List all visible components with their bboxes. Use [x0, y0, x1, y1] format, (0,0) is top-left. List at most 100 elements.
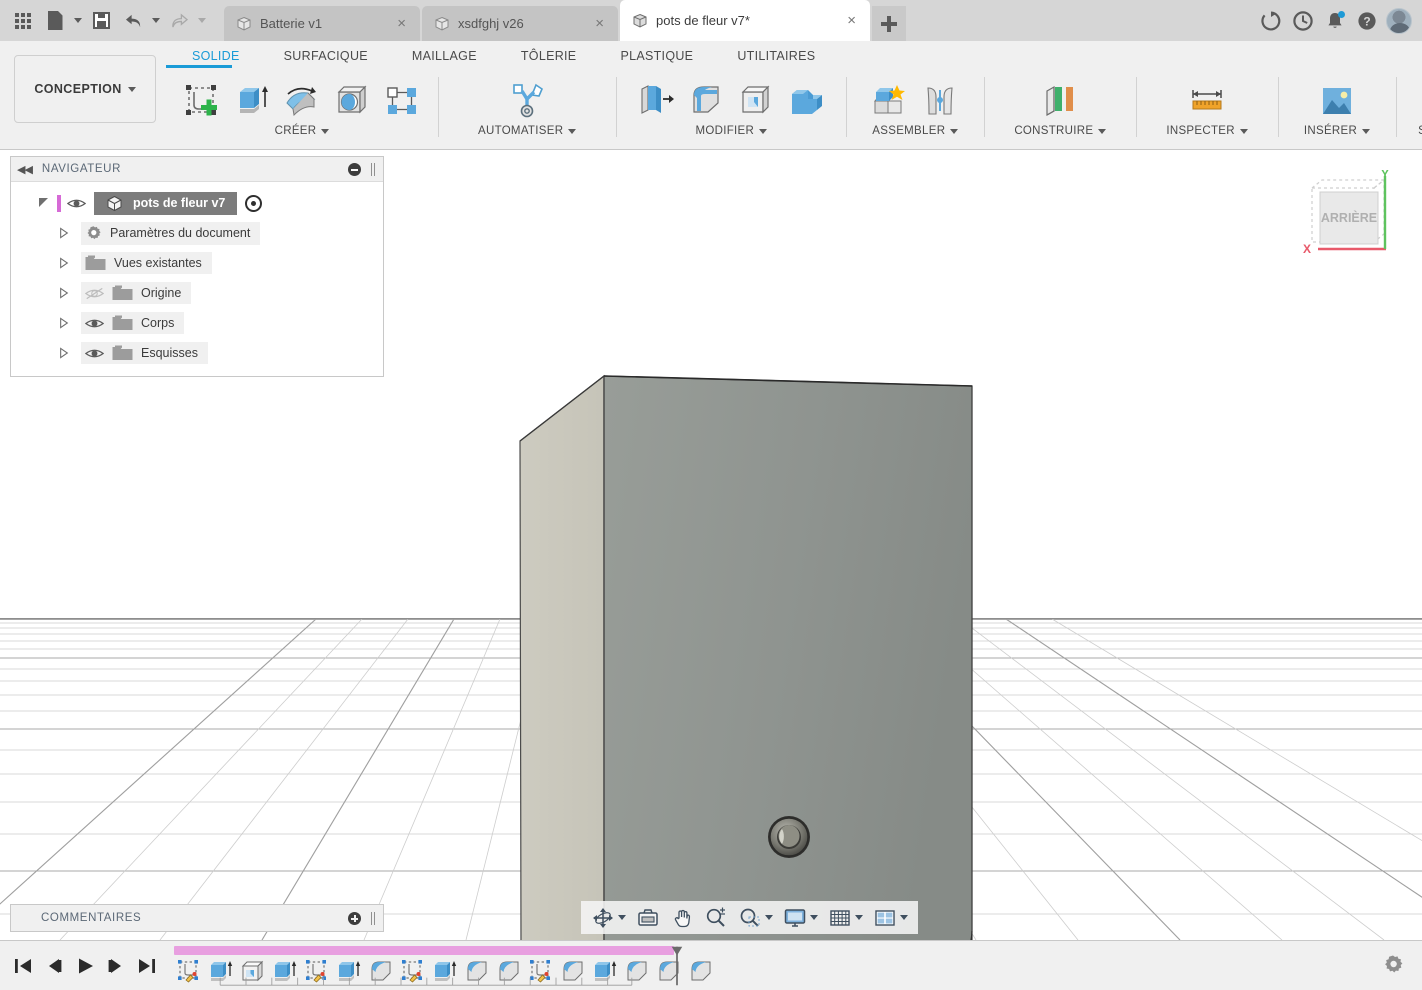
shell-button[interactable] [734, 79, 778, 123]
go-to-beginning-button[interactable] [10, 953, 36, 979]
extrude-button[interactable] [230, 79, 274, 123]
model-pot-de-fleur[interactable] [519, 374, 973, 940]
undo-dropdown[interactable] [150, 6, 162, 36]
collapse-navigator-button[interactable]: ◀◀ [17, 163, 33, 176]
comments-panel[interactable]: COMMENTAIRES [10, 904, 384, 932]
timeline-node-fillet[interactable] [686, 956, 716, 986]
panel-dropdown-inserer[interactable]: INSÉRER [1304, 125, 1371, 137]
expand-triangle-icon[interactable] [59, 257, 69, 269]
ribbon-tab-utilitaires[interactable]: UTILITAIRES [715, 47, 837, 65]
close-tab-button[interactable]: × [593, 16, 606, 31]
viewports-button[interactable] [869, 904, 912, 932]
fit-button[interactable] [734, 904, 777, 932]
expand-triangle-icon[interactable] [59, 347, 69, 359]
measure-button[interactable] [1185, 79, 1229, 123]
create-sketch-button[interactable] [180, 79, 224, 123]
look-at-button[interactable] [632, 904, 664, 932]
view-cube[interactable]: ARRIÈRE X Y [1288, 167, 1414, 274]
fillet-feature-icon [691, 961, 711, 980]
document-tab-batterie[interactable]: Batterie v1 × [224, 6, 420, 41]
document-tab-pots-de-fleur[interactable]: pots de fleur v7* × [620, 0, 870, 41]
play-button[interactable] [72, 953, 98, 979]
undo-button[interactable] [118, 6, 148, 36]
document-tab-xsdfghj[interactable]: xsdfghj v26 × [422, 6, 618, 41]
expand-triangle-icon[interactable] [37, 196, 51, 210]
zoom-button[interactable] [700, 904, 732, 932]
panel-dropdown-selectionner[interactable]: SÉLECTIONNER [1418, 125, 1422, 137]
construct-plane-button[interactable] [1038, 79, 1082, 123]
new-document-tab-button[interactable] [872, 6, 906, 41]
press-pull-button[interactable] [634, 79, 678, 123]
visibility-eye-icon[interactable] [85, 347, 104, 360]
step-forward-button[interactable] [103, 953, 129, 979]
sphere-icon [337, 85, 367, 114]
app-grid-button[interactable] [8, 6, 38, 36]
expand-triangle-icon[interactable] [59, 317, 69, 329]
panel-dropdown-modifier[interactable]: MODIFIER [696, 125, 768, 137]
close-tab-button[interactable]: × [395, 16, 408, 31]
viewcube-y-label: Y [1381, 170, 1389, 181]
go-to-end-button[interactable] [134, 953, 160, 979]
add-comment-icon[interactable] [348, 911, 361, 925]
close-tab-button[interactable]: × [845, 13, 858, 28]
joint-icon [927, 87, 953, 115]
navigator-collapse-all-icon[interactable] [348, 162, 361, 176]
comments-resize-grip[interactable] [371, 911, 377, 925]
recent-activity-button[interactable] [1288, 6, 1318, 36]
pattern-button[interactable] [380, 79, 424, 123]
display-settings-button[interactable] [779, 904, 822, 932]
insert-image-button[interactable] [1315, 79, 1359, 123]
visibility-eye-off-icon[interactable] [85, 287, 104, 300]
root-component-pill[interactable]: pots de fleur v7 [94, 191, 238, 215]
pan-button[interactable] [666, 904, 698, 932]
automate-button[interactable] [505, 79, 549, 123]
timeline-settings-button[interactable] [1382, 954, 1404, 981]
panel-dropdown-assembler[interactable]: ASSEMBLER [872, 125, 959, 137]
navigator-resize-grip[interactable] [371, 162, 377, 176]
ribbon-tab-surfacique[interactable]: SURFACIQUE [262, 47, 390, 65]
visibility-eye-icon[interactable] [67, 197, 86, 210]
tree-item-vues-existantes[interactable]: Vues existantes [11, 248, 383, 278]
ribbon-tab-maillage[interactable]: MAILLAGE [390, 47, 499, 65]
tree-root-row[interactable]: pots de fleur v7 [11, 188, 383, 218]
new-component-button[interactable] [868, 79, 912, 123]
panel-dropdown-creer[interactable]: CRÉER [275, 125, 330, 137]
notifications-button[interactable] [1320, 6, 1350, 36]
file-dropdown[interactable] [72, 6, 84, 36]
expand-triangle-icon[interactable] [59, 227, 69, 239]
revolve-button[interactable] [280, 79, 324, 123]
tree-item-origine[interactable]: Origine [11, 278, 383, 308]
sphere-button[interactable] [330, 79, 374, 123]
orbit-button[interactable] [587, 904, 630, 932]
grid-snaps-button[interactable] [824, 904, 867, 932]
panel-dropdown-automatiser[interactable]: AUTOMATISER [478, 125, 577, 137]
account-button[interactable] [1384, 6, 1414, 36]
step-back-button[interactable] [41, 953, 67, 979]
expand-triangle-icon[interactable] [59, 287, 69, 299]
joint-button[interactable] [918, 79, 962, 123]
document-tab-label: pots de fleur v7* [656, 13, 750, 28]
timeline-playhead-marker[interactable] [670, 944, 684, 988]
tree-item-corps[interactable]: Corps [11, 308, 383, 338]
visibility-eye-icon[interactable] [85, 317, 104, 330]
panel-title-label: MODIFIER [695, 125, 755, 137]
tree-item-esquisses[interactable]: Esquisses [11, 338, 383, 368]
workspace-selector[interactable]: CONCEPTION [14, 55, 156, 123]
activate-component-radio[interactable] [245, 194, 263, 212]
panel-dropdown-construire[interactable]: CONSTRUIRE [1014, 125, 1107, 137]
save-button[interactable] [86, 6, 116, 36]
ribbon-panel-inserer: INSÉRER [1277, 73, 1396, 137]
panel-dropdown-inspecter[interactable]: INSPECTER [1166, 125, 1248, 137]
help-button[interactable]: ? [1352, 6, 1382, 36]
tree-item-parametres-du-document[interactable]: Paramètres du document [11, 218, 383, 248]
ribbon-tab-plastique[interactable]: PLASTIQUE [598, 47, 715, 65]
ribbon-tab-tolerie[interactable]: TÔLERIE [499, 47, 599, 65]
fillet-button[interactable] [684, 79, 728, 123]
combine-button[interactable] [784, 79, 828, 123]
ribbon-tab-solide[interactable]: SOLIDE [170, 47, 262, 65]
redo-button[interactable] [164, 6, 194, 36]
file-button[interactable] [40, 6, 70, 36]
3d-viewport[interactable]: ARRIÈRE X Y ◀◀ NAVIGATEUR pots de fleur … [0, 150, 1422, 940]
job-status-button[interactable] [1256, 6, 1286, 36]
redo-dropdown[interactable] [196, 6, 208, 36]
